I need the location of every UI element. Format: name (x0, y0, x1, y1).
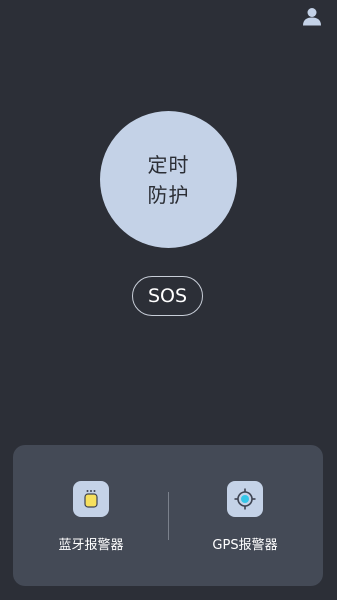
gps-target-icon (227, 481, 263, 517)
gps-alarm-label: GPS报警器 (212, 538, 278, 553)
bluetooth-alarm-icon (73, 481, 109, 517)
bluetooth-alarm-button[interactable]: 蓝牙报警器 (36, 481, 146, 553)
timer-label-line1: 定时 (147, 152, 190, 177)
bluetooth-alarm-label: 蓝牙报警器 (58, 538, 124, 553)
devices-panel: 蓝牙报警器 GPS报警器 (13, 445, 323, 586)
divider (168, 492, 169, 540)
user-icon (303, 7, 321, 25)
timer-label-line2: 防护 (147, 182, 190, 207)
profile-button[interactable] (301, 6, 323, 26)
gps-alarm-button[interactable]: GPS报警器 (190, 481, 300, 553)
timed-protection-button[interactable]: 定时 防护 (100, 111, 237, 248)
sos-button[interactable]: SOS (132, 276, 203, 316)
